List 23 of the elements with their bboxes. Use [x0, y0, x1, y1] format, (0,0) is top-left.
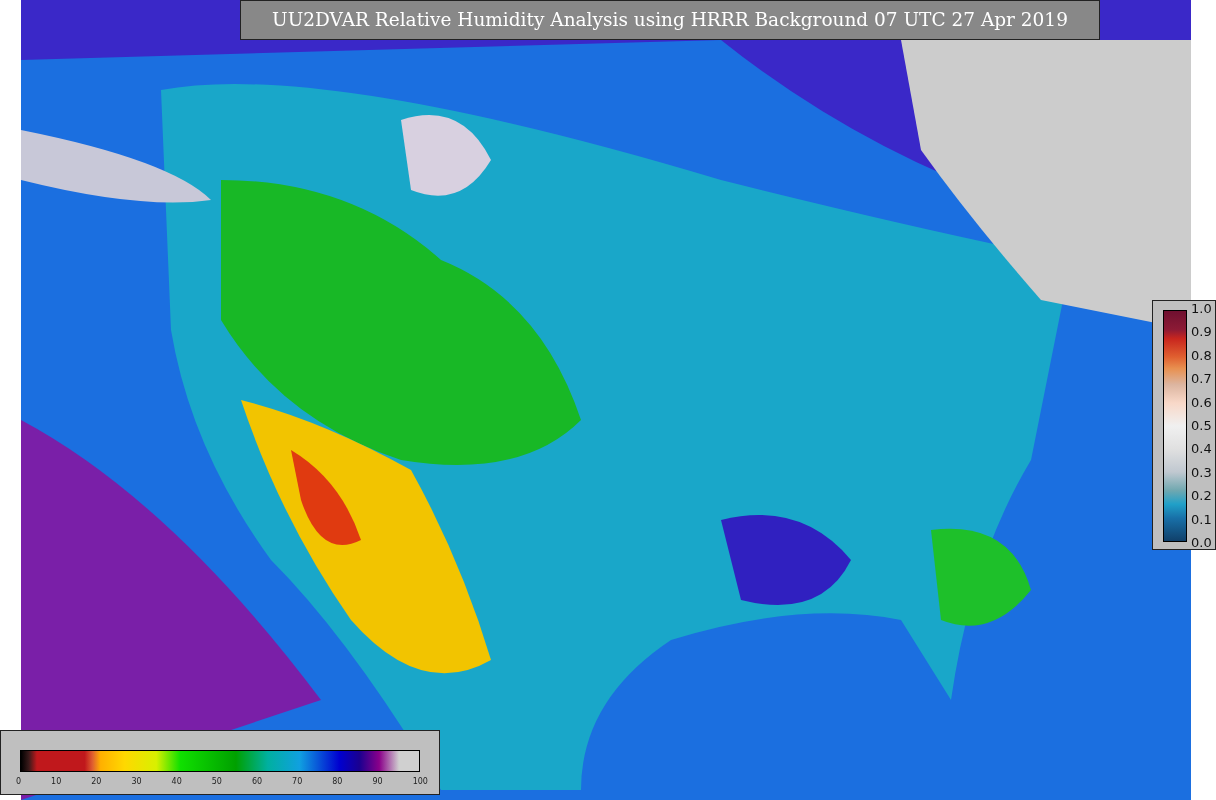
map-title: UU2DVAR Relative Humidity Analysis using HRRR Background 07 UTC 27 Apr 2019 — [240, 0, 1100, 40]
tick-label: 0.1 — [1191, 512, 1212, 527]
tick-label: 0.8 — [1191, 348, 1212, 363]
tick-label: 90 — [372, 777, 383, 786]
tick-label: 0 — [16, 777, 22, 786]
tick-label: 0.0 — [1191, 535, 1212, 550]
tick-label: 100 — [412, 777, 428, 786]
tick-label: 0.3 — [1191, 465, 1212, 480]
tick-label: 0.9 — [1191, 325, 1212, 340]
tick-label: 0.4 — [1191, 442, 1212, 457]
tick-label: 0.2 — [1191, 489, 1212, 504]
tick-label: 40 — [171, 777, 182, 786]
tick-label: 20 — [91, 777, 102, 786]
tick-label: 50 — [211, 777, 222, 786]
tick-label: 70 — [292, 777, 303, 786]
tick-label: 80 — [332, 777, 343, 786]
tick-label: 10 — [51, 777, 62, 786]
tick-label: 60 — [251, 777, 263, 786]
tick-label: 0.5 — [1191, 418, 1212, 433]
tick-label: 1.0 — [1191, 302, 1212, 316]
tick-label: 0.7 — [1191, 372, 1212, 387]
tick-label: 0.6 — [1191, 395, 1212, 410]
tick-label: 30 — [131, 777, 142, 786]
